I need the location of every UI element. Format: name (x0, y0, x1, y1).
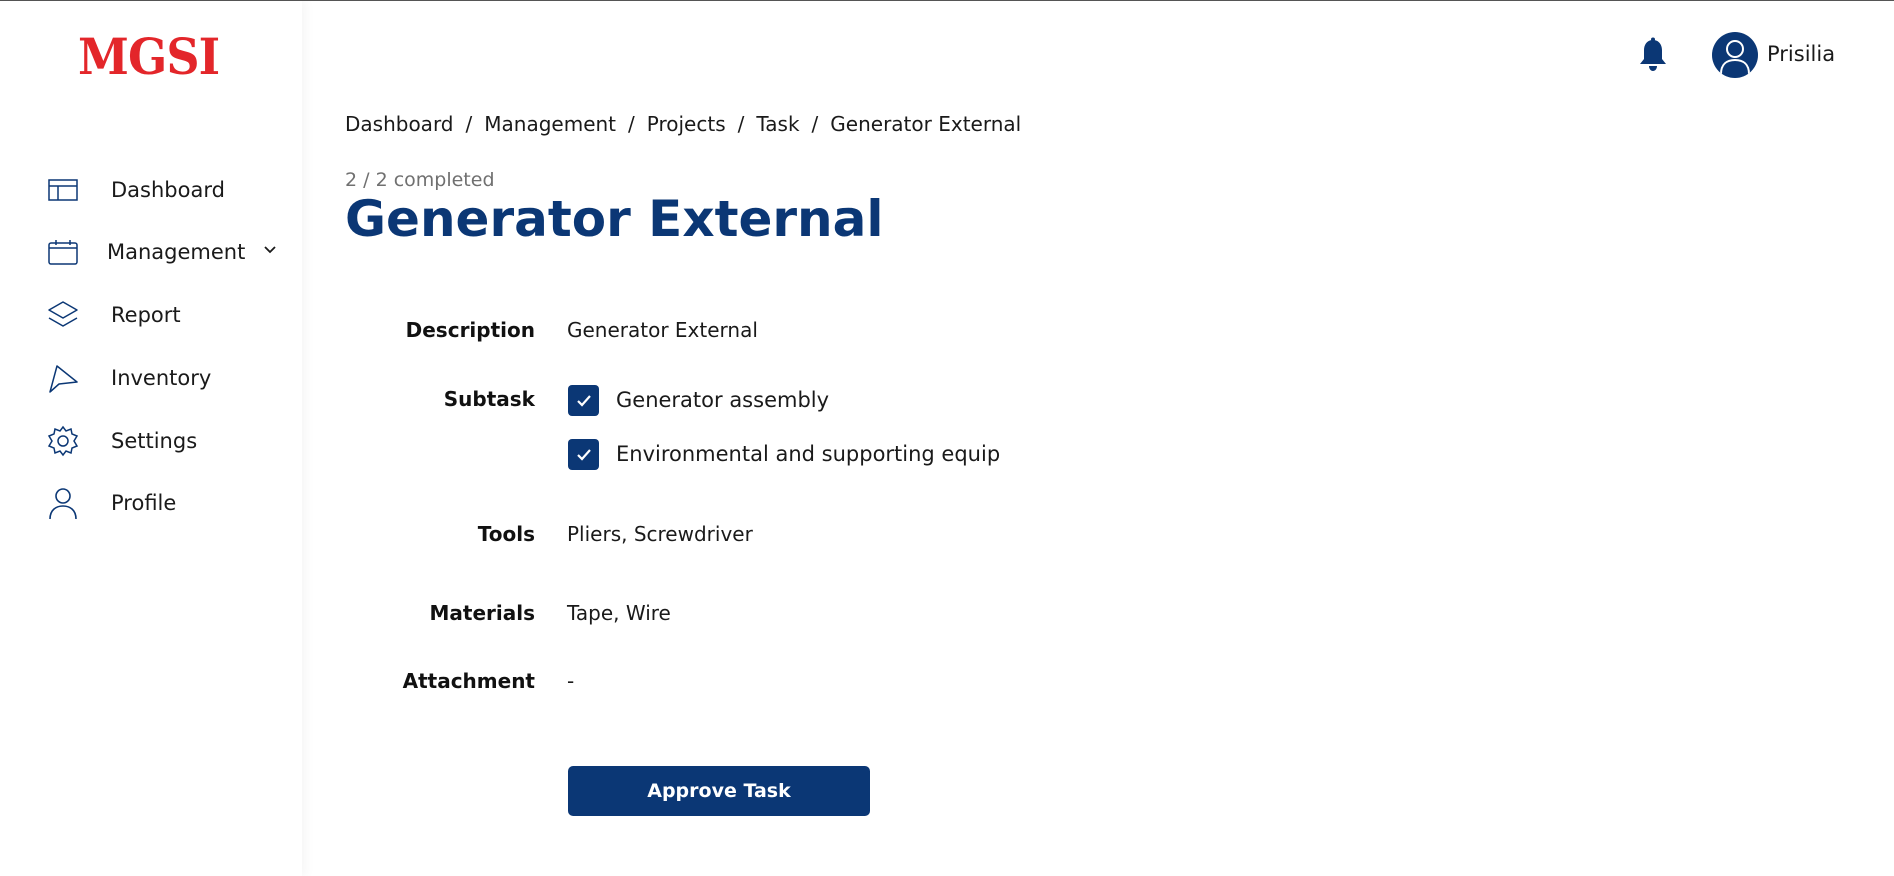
subtask-label: Subtask (443, 387, 535, 411)
progress-text: 2 / 2 completed (345, 169, 495, 191)
username[interactable]: Prisilia (1767, 42, 1835, 66)
breadcrumb-item[interactable]: Projects (647, 112, 726, 136)
breadcrumb: Dashboard / Management / Projects / Task… (345, 112, 1021, 136)
layers-icon (47, 299, 79, 331)
breadcrumb-separator: / (628, 112, 635, 136)
attachment-label: Attachment (402, 669, 535, 693)
sidebar-item-label: Profile (111, 491, 177, 515)
sidebar-item-label: Inventory (111, 366, 212, 390)
sidebar-item-label: Settings (111, 429, 198, 453)
sidebar-item-profile[interactable]: Profile (0, 481, 302, 525)
sidebar-item-label: Dashboard (111, 178, 225, 202)
brand-logo[interactable]: MGSI (78, 29, 220, 85)
gear-icon (47, 425, 79, 457)
tools-label: Tools (477, 522, 535, 546)
breadcrumb-item[interactable]: Task (756, 112, 799, 136)
subtask-item-label: Environmental and supporting equip (616, 442, 1001, 466)
calendar-box-icon (47, 236, 79, 268)
sidebar-item-settings[interactable]: Settings (0, 419, 302, 463)
subtask-checkbox[interactable] (568, 385, 599, 416)
sidebar-item-label: Management (107, 240, 246, 264)
breadcrumb-current: Generator External (830, 112, 1022, 136)
breadcrumb-separator: / (465, 112, 473, 136)
pen-tool-icon (47, 362, 79, 394)
breadcrumb-separator: / (737, 112, 745, 136)
avatar[interactable] (1712, 32, 1758, 78)
sidebar-item-dashboard[interactable]: Dashboard (0, 168, 302, 212)
sidebar-item-management[interactable]: Management (0, 230, 302, 274)
approve-task-button[interactable]: Approve Task (568, 766, 870, 816)
sidebar-item-label: Report (111, 303, 181, 327)
page-title: Generator External (345, 190, 884, 248)
tools-value: Pliers, Screwdriver (567, 522, 753, 546)
user-icon (47, 487, 79, 520)
breadcrumb-item[interactable]: Dashboard (345, 112, 454, 136)
bell-icon[interactable] (1636, 37, 1670, 73)
description-label: Description (405, 318, 535, 342)
description-value: Generator External (567, 318, 758, 342)
subtask-checkbox[interactable] (568, 439, 599, 470)
chevron-down-icon[interactable] (262, 242, 278, 262)
breadcrumb-separator: / (811, 112, 819, 136)
sidebar: MGSI Dashboard Management Report Invento… (0, 1, 302, 876)
subtask-item-label: Generator assembly (616, 388, 830, 412)
materials-label: Materials (429, 601, 536, 625)
sidebar-item-report[interactable]: Report (0, 293, 302, 337)
materials-value: Tape, Wire (567, 601, 671, 625)
sidebar-item-inventory[interactable]: Inventory (0, 356, 302, 400)
attachment-value: - (567, 669, 575, 693)
layout-icon (47, 174, 79, 206)
breadcrumb-item[interactable]: Management (484, 112, 616, 136)
